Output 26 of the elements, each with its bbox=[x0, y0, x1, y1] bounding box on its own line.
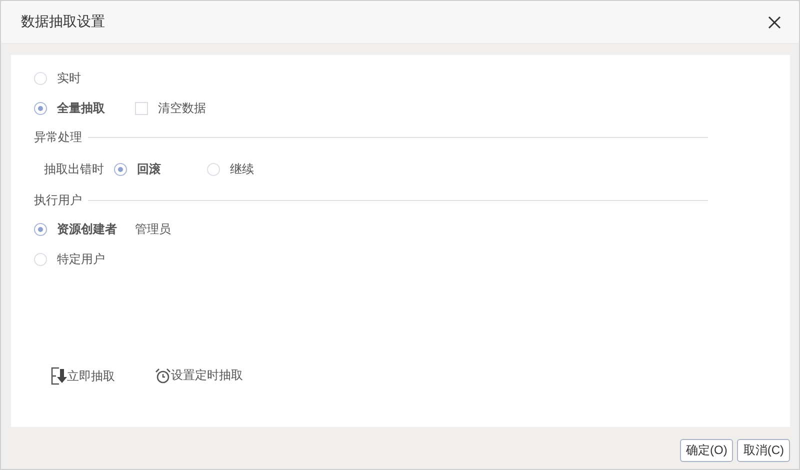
field-label: 抽取出错时 bbox=[44, 161, 104, 178]
section-title: 异常处理 bbox=[34, 128, 82, 146]
alarm-clock-icon[interactable] bbox=[155, 368, 171, 384]
window-title: 数据抽取设置 bbox=[21, 13, 105, 31]
radio-label[interactable]: 回滚 bbox=[137, 161, 161, 178]
action-link[interactable]: 立即抽取 bbox=[67, 368, 115, 384]
dialog-button[interactable]: 取消(C) bbox=[737, 439, 790, 462]
radio-label[interactable]: 资源创建者 bbox=[57, 220, 117, 238]
radio-label[interactable]: 实时 bbox=[57, 70, 81, 86]
radio-label[interactable]: 全量抽取 bbox=[57, 100, 105, 116]
radio-button[interactable] bbox=[34, 252, 47, 266]
radio-button[interactable] bbox=[207, 163, 220, 176]
radio-label[interactable]: 特定用户 bbox=[57, 250, 105, 268]
radio-button[interactable] bbox=[114, 163, 127, 176]
section-title: 执行用户 bbox=[34, 192, 82, 208]
checkbox-label[interactable]: 清空数据 bbox=[158, 100, 206, 116]
close-icon[interactable] bbox=[768, 16, 781, 28]
action-link[interactable]: 设置定时抽取 bbox=[171, 367, 243, 384]
radio-button[interactable] bbox=[34, 222, 47, 236]
download-icon[interactable] bbox=[51, 367, 67, 385]
radio-label[interactable]: 继续 bbox=[230, 161, 254, 178]
radio-button[interactable] bbox=[34, 72, 47, 84]
user-name: 管理员 bbox=[135, 220, 171, 238]
dialog-button[interactable]: 确定(O) bbox=[680, 439, 734, 462]
radio-button[interactable] bbox=[34, 102, 47, 114]
checkbox[interactable] bbox=[135, 102, 148, 114]
